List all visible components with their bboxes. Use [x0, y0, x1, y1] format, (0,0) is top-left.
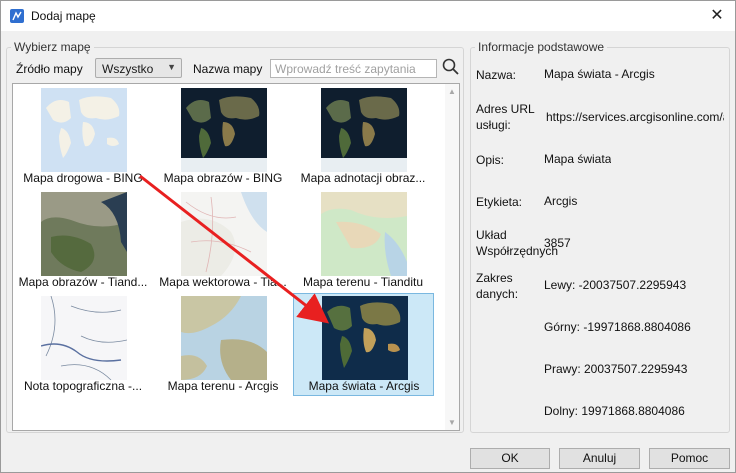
description-value: Mapa świata: [544, 152, 612, 166]
cancel-button[interactable]: Anuluj: [559, 448, 640, 469]
tile-label: Mapa drogowa - BING: [23, 171, 143, 185]
map-tile-arcgis-terrain[interactable]: Mapa terenu - Arcgis: [153, 294, 293, 394]
extent-label-line-2: danych:: [476, 287, 519, 301]
tile-label: Mapa adnotacji obraz...: [300, 171, 426, 185]
app-icon: [10, 9, 24, 23]
extent-label-line-1: Zakres: [476, 271, 513, 285]
extent-top: Górny: -19971868.8804086: [544, 320, 691, 334]
name-value: Mapa świata - Arcgis: [544, 67, 655, 81]
tile-label: Mapa terenu - Arcgis: [167, 379, 279, 393]
map-tile-bing-roadmap[interactable]: Mapa drogowa - BING: [13, 86, 153, 186]
tag-label: Etykieta:: [476, 195, 523, 209]
map-source-label: Źródło mapy: [16, 62, 83, 76]
url-label-line-2: usługi:: [476, 118, 511, 132]
crs-value: 3857: [544, 236, 571, 250]
roadmap-thumbnail: [41, 88, 127, 172]
tag-value: Arcgis: [544, 194, 578, 208]
map-tile-bing-imagery[interactable]: Mapa obrazów - BING: [153, 86, 293, 186]
annotated-imagery-thumbnail: [321, 88, 407, 172]
map-tile-topo-note[interactable]: Nota topograficzna -...: [13, 294, 153, 394]
map-name-search-input[interactable]: [270, 59, 437, 78]
arcgis-terrain-thumbnail: [181, 296, 267, 380]
map-tile-tianditu-vector[interactable]: Mapa wektorowa - Tia...: [153, 190, 293, 290]
tile-label: Nota topograficzna -...: [23, 379, 143, 393]
help-button[interactable]: Pomoc: [649, 448, 730, 469]
tianditu-terrain-thumbnail: [321, 192, 407, 276]
title-bar: Dodaj mapę ✕: [1, 1, 735, 31]
url-label-line-1: Adres URL: [476, 102, 535, 116]
tile-label: Mapa obrazów - Tiand...: [18, 275, 148, 289]
url-value: https://services.arcgisonline.com/a: [546, 110, 724, 124]
map-source-value: Wszystko: [102, 62, 154, 76]
map-name-label: Nazwa mapy: [193, 62, 263, 76]
tianditu-imagery-thumbnail: [41, 192, 127, 276]
map-tile-tianditu-terrain[interactable]: Mapa terenu - Tianditu: [293, 190, 433, 290]
extent-right: Prawy: 20037507.2295943: [544, 362, 688, 376]
tile-label: Mapa świata - Arcgis: [308, 379, 420, 393]
map-tile-bing-annotated[interactable]: Mapa adnotacji obraz...: [293, 86, 433, 186]
name-label: Nazwa:: [476, 68, 517, 82]
extent-bottom: Dolny: 19971868.8804086: [544, 404, 685, 418]
imagery-thumbnail: [181, 88, 267, 172]
topo-note-thumbnail: [41, 296, 127, 380]
tile-label: Mapa wektorowa - Tia...: [159, 275, 287, 289]
extent-label: Zakres danych:: [476, 270, 518, 302]
tile-label: Mapa obrazów - BING: [163, 171, 283, 185]
ok-button[interactable]: OK: [470, 448, 550, 469]
arcgis-world-thumbnail: [322, 296, 408, 380]
scroll-down-icon[interactable]: ▼: [448, 418, 456, 427]
basic-info-group-title: Informacje podstawowe: [478, 40, 605, 54]
search-icon[interactable]: [441, 57, 461, 77]
map-tile-tianditu-imagery[interactable]: Mapa obrazów - Tiand...: [13, 190, 153, 290]
map-source-select[interactable]: Wszystko ▼: [95, 58, 182, 78]
scroll-up-icon[interactable]: ▲: [448, 87, 456, 96]
tianditu-vector-thumbnail: [181, 192, 267, 276]
chevron-down-icon: ▼: [167, 62, 176, 72]
description-label: Opis:: [476, 153, 505, 167]
select-map-group-title: Wybierz mapę: [14, 40, 91, 54]
gallery-scrollbar[interactable]: ▲ ▼: [445, 84, 459, 430]
tile-label: Mapa terenu - Tianditu: [302, 275, 424, 289]
window-title: Dodaj mapę: [31, 9, 96, 23]
map-tile-arcgis-world[interactable]: Mapa świata - Arcgis: [293, 293, 434, 396]
extent-left: Lewy: -20037507.2295943: [544, 278, 687, 292]
close-icon[interactable]: ✕: [699, 1, 735, 31]
url-label: Adres URL usługi:: [476, 101, 535, 133]
